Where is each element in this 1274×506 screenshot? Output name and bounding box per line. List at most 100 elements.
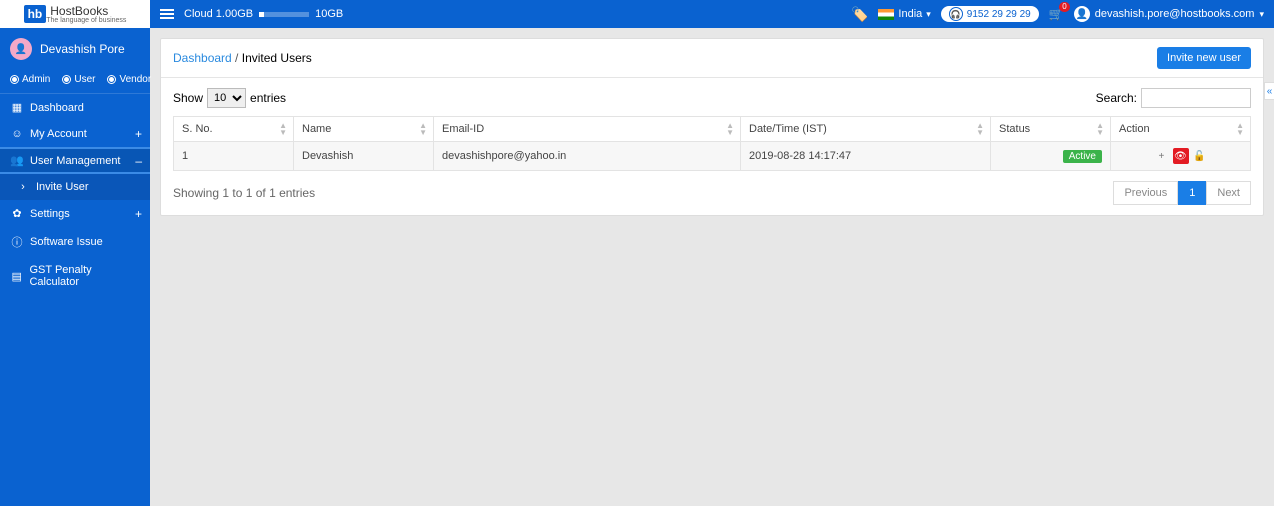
main-content: Dashboard / Invited Users Invite new use… [150,28,1274,506]
pager-prev[interactable]: Previous [1113,181,1178,205]
view-action-button[interactable]: 👁 [1173,148,1189,164]
cell-action: + 👁 🔓 [1111,142,1251,171]
table-info: Showing 1 to 1 of 1 entries [173,186,315,200]
sidebar: 👤 Devashish Pore Admin User Vendor ▦ Dash… [0,28,150,506]
sidebar-user[interactable]: 👤 Devashish Pore [0,28,150,70]
hamburger-menu-button[interactable] [160,7,174,21]
col-sno[interactable]: S. No.▲▼ [174,117,294,142]
col-name[interactable]: Name ▲▼ [294,117,434,142]
avatar: 👤 [1074,6,1090,22]
pagination: Previous 1 Next [1113,181,1251,205]
sidebar-item-invite-user[interactable]: ›Invite User [0,174,150,200]
col-label: Email-ID [442,123,484,135]
breadcrumb-current: Invited Users [242,51,312,65]
sidebar-item-dashboard[interactable]: ▦ Dashboard [0,94,150,121]
cell-status: Active [991,142,1111,171]
expand-icon[interactable]: + [135,127,142,141]
radio-icon [10,75,19,84]
support-phone[interactable]: 🎧 9152 29 29 29 [941,6,1039,22]
pager-page-1[interactable]: 1 [1178,181,1206,205]
collapse-icon[interactable]: – [135,154,142,168]
role-user[interactable]: User [62,74,95,85]
account-icon: ☺ [10,128,24,140]
role-vendor[interactable]: Vendor [107,74,151,85]
sort-icon: ▲▼ [726,122,734,136]
sidebar-item-user-management[interactable]: 👥User Management– [0,147,150,174]
col-status[interactable]: Status ▲▼ [991,117,1111,142]
avatar: 👤 [10,38,32,60]
flag-icon [878,9,894,20]
lock-action-button[interactable]: 🔓 [1192,148,1208,164]
breadcrumb-sep: / [232,51,242,65]
card-header: Dashboard / Invited Users Invite new use… [161,39,1263,78]
logo[interactable]: hb HostBooks The language of business [0,0,150,28]
sort-icon: ▲▼ [419,122,427,136]
breadcrumb: Dashboard / Invited Users [173,51,312,65]
side-handle[interactable]: « [1264,82,1274,100]
sidebar-item-my-account[interactable]: ☺ My Account + [0,121,150,147]
radio-icon [107,75,116,84]
sort-icon: ▲▼ [1096,122,1104,136]
pager-next[interactable]: Next [1206,181,1251,205]
status-badge: Active [1063,150,1102,163]
role-label: Vendor [119,74,151,85]
headset-icon: 🎧 [949,7,963,21]
cloud-usage-bar [259,12,309,17]
country-label: India [898,8,922,20]
col-action[interactable]: Action▲▼ [1111,117,1251,142]
cart-button[interactable]: 🛒 0 [1049,7,1064,21]
cloud-max-label: 10GB [315,8,343,20]
expand-icon[interactable]: + [135,207,142,221]
sidebar-item-label: My Account [30,128,87,140]
doc-icon: ▤ [10,270,23,283]
search-label: Search: [1096,91,1137,105]
col-label: S. No. [182,123,213,135]
card-body: Show 10 entries Search: S. No.▲▼ Name▲▼ … [161,78,1263,215]
dashboard-icon: ▦ [10,101,24,114]
user-menu[interactable]: 👤 devashish.pore@hostbooks.com ▾ [1074,6,1264,22]
cart-badge: 0 [1059,2,1069,12]
cell-sno: 1 [174,142,294,171]
search-input[interactable] [1141,88,1251,108]
role-selector: Admin User Vendor [0,70,150,94]
role-admin[interactable]: Admin [10,74,50,85]
cell-name: Devashish [294,142,434,171]
sidebar-item-label: User Management [30,155,121,167]
breadcrumb-root[interactable]: Dashboard [173,51,232,65]
country-selector[interactable]: India ▾ [878,8,930,20]
sidebar-item-label: Settings [30,208,70,220]
cloud-usage-label: Cloud 1.00GB [184,8,253,20]
sidebar-item-label: GST Penalty Calculator [29,264,140,288]
sort-icon: ▲▼ [976,122,984,136]
chevron-right-icon: › [16,181,30,193]
chevron-down-icon: ▾ [926,9,931,20]
col-datetime[interactable]: Date/Time (IST) ▲▼ [741,117,991,142]
cell-datetime: 2019-08-28 14:17:47 [741,142,991,171]
show-entries-label-post: entries [250,91,286,105]
topbar: hb HostBooks The language of business Cl… [0,0,1274,28]
show-entries-select[interactable]: 10 [207,88,246,108]
gear-icon: ✿ [10,207,24,220]
logo-tagline: The language of business [46,17,126,24]
role-label: Admin [22,74,50,85]
sidebar-item-label: Software Issue [30,236,103,248]
info-icon: ⓘ [10,234,24,250]
card: Dashboard / Invited Users Invite new use… [160,38,1264,216]
col-label: Name [302,123,331,135]
col-label: Status [999,123,1030,135]
sidebar-item-label: Dashboard [30,102,84,114]
sidebar-item-settings[interactable]: ✿ Settings + [0,200,150,227]
add-action-button[interactable]: + [1153,148,1169,164]
role-label: User [74,74,95,85]
sidebar-user-name: Devashish Pore [40,42,125,56]
logo-mark: hb [24,5,47,23]
radio-icon [62,75,71,84]
col-label: Date/Time (IST) [749,123,827,135]
sidebar-item-gst-calculator[interactable]: ▤ GST Penalty Calculator [0,257,150,295]
col-email[interactable]: Email-ID ▲▼ [434,117,741,142]
sort-icon: ▲▼ [1236,122,1244,136]
invite-new-user-button[interactable]: Invite new user [1157,47,1251,69]
notes-icon[interactable]: 🏷️ [851,6,868,23]
sidebar-item-software-issue[interactable]: ⓘ Software Issue [0,227,150,257]
table-row: 1 Devashish devashishpore@yahoo.in 2019-… [174,142,1251,171]
